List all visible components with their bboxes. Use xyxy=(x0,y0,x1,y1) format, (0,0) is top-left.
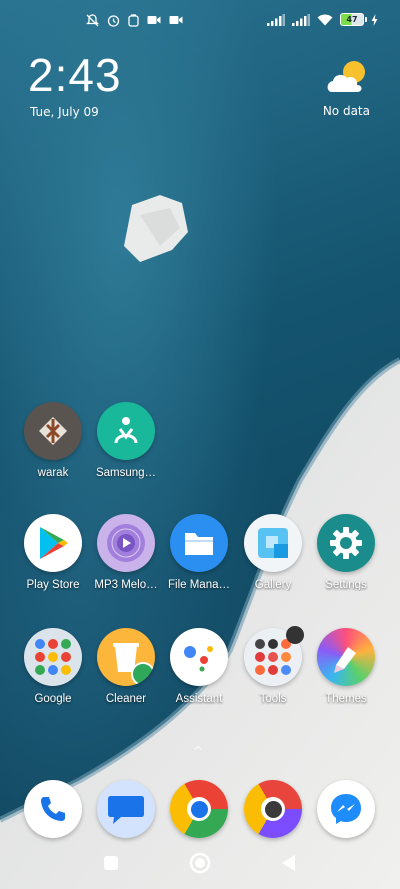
app-label: Themes xyxy=(325,693,367,705)
app-label: MP3 Melo… xyxy=(94,579,158,591)
file-manager-icon xyxy=(170,514,228,572)
weather-status[interactable]: No data xyxy=(323,104,370,118)
tools-badge-icon xyxy=(286,626,304,644)
app-label: Assistant xyxy=(175,693,223,705)
signal-icon xyxy=(267,13,285,26)
warak-icon xyxy=(24,402,82,460)
mp3-melody-icon xyxy=(97,514,155,572)
themes-icon xyxy=(317,628,375,686)
partly-cloudy-icon[interactable] xyxy=(324,58,370,96)
dock-chrome-dev[interactable] xyxy=(236,780,310,838)
folder-google[interactable]: Google xyxy=(16,628,90,705)
gallery-icon xyxy=(244,514,302,572)
status-bar: 47 xyxy=(0,0,400,40)
app-samsung-health[interactable]: Samsung… xyxy=(89,402,163,479)
app-label: Samsung… xyxy=(95,467,157,479)
app-label: File Mana… xyxy=(168,579,230,591)
messenger-icon xyxy=(317,780,375,838)
samsung-health-icon xyxy=(97,402,155,460)
app-assistant[interactable]: Assistant xyxy=(162,628,236,705)
app-label: Tools xyxy=(259,693,287,705)
folder-tools[interactable]: Tools xyxy=(236,626,310,705)
cleaner-icon xyxy=(97,628,155,686)
app-mp3-melody[interactable]: MP3 Melo… xyxy=(89,514,163,591)
video-icon xyxy=(147,16,161,24)
video-icon xyxy=(169,16,183,24)
app-cleaner[interactable]: Cleaner xyxy=(89,628,163,705)
dock-phone[interactable] xyxy=(16,780,90,838)
app-gallery[interactable]: Gallery xyxy=(236,514,310,591)
alarm-icon xyxy=(107,15,120,27)
app-drawer-chevron-up-icon[interactable]: ^ xyxy=(193,744,203,758)
cleaner-badge-icon xyxy=(131,662,155,686)
navigation-bar xyxy=(104,852,295,874)
battery-icon: 47 xyxy=(340,13,367,26)
app-play-store[interactable]: Play Store xyxy=(16,514,90,591)
back-button[interactable] xyxy=(282,855,295,871)
assistant-icon xyxy=(170,628,228,686)
recents-button[interactable] xyxy=(104,856,118,870)
home-button[interactable] xyxy=(189,852,211,874)
app-label: warak xyxy=(37,467,69,479)
signal-icon xyxy=(292,13,310,26)
chrome-dev-icon xyxy=(244,780,302,838)
app-label: Gallery xyxy=(254,579,292,591)
phone-icon xyxy=(24,780,82,838)
clock-date[interactable]: Tue, July 09 xyxy=(30,105,99,119)
dock-chrome[interactable] xyxy=(162,780,236,838)
muted-bell-icon xyxy=(86,14,99,27)
dock-messenger[interactable] xyxy=(309,780,383,838)
play-store-icon xyxy=(24,514,82,572)
chrome-icon xyxy=(170,780,228,838)
wifi-icon xyxy=(317,14,333,25)
clock-time[interactable]: 2:43 xyxy=(28,48,122,102)
app-label: Play Store xyxy=(26,579,80,591)
app-label: Cleaner xyxy=(105,693,147,705)
charging-icon xyxy=(371,13,378,26)
settings-icon xyxy=(317,514,375,572)
google-folder-icon xyxy=(24,628,82,686)
data-saver-icon xyxy=(128,14,139,27)
app-label: Settings xyxy=(325,579,367,591)
messages-icon xyxy=(97,780,155,838)
app-label: Google xyxy=(34,693,72,705)
app-warak[interactable]: warak xyxy=(16,402,90,479)
app-file-manager[interactable]: File Mana… xyxy=(162,514,236,591)
app-settings[interactable]: Settings xyxy=(309,514,383,591)
app-themes[interactable]: Themes xyxy=(309,628,383,705)
dock-messages[interactable] xyxy=(89,780,163,838)
